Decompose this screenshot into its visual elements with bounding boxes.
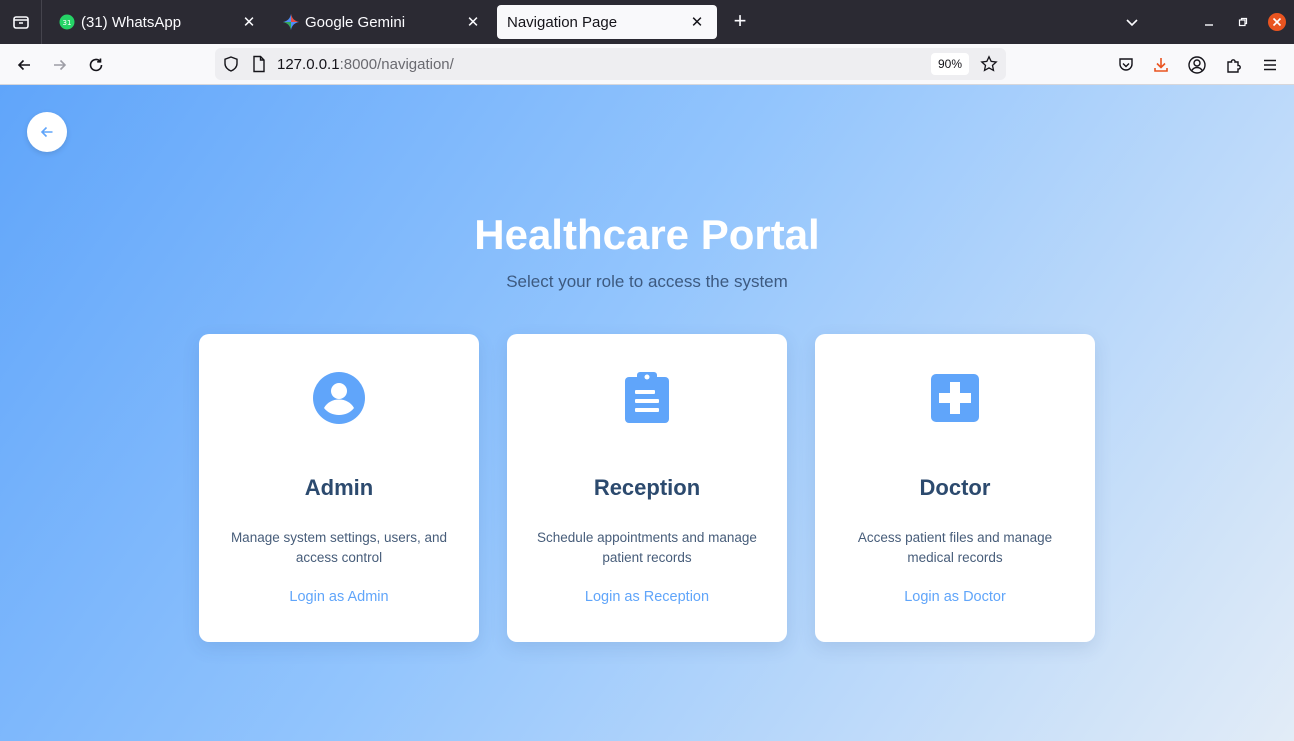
role-card-admin[interactable]: Admin Manage system settings, users, and… [199, 334, 479, 642]
tab-strip: 31 (31) WhatsApp ✕ Google Gemini ✕ Navig… [0, 0, 1294, 44]
close-icon[interactable]: ✕ [687, 12, 707, 32]
url-text[interactable]: 127.0.0.1:8000/navigation/ [277, 56, 454, 73]
restore-icon[interactable] [1231, 10, 1255, 34]
pocket-icon[interactable] [1113, 52, 1139, 78]
download-icon[interactable] [1148, 52, 1174, 78]
role-card-reception[interactable]: Reception Schedule appointments and mana… [507, 334, 787, 642]
tab-navigation-page[interactable]: Navigation Page ✕ [497, 5, 717, 39]
shield-icon[interactable] [222, 55, 240, 78]
clipboard-icon [625, 372, 669, 423]
back-button[interactable] [27, 112, 67, 152]
card-description: Access patient files and manage medical … [857, 530, 1053, 565]
tab-title: (31) WhatsApp [81, 13, 182, 31]
page-viewport: Healthcare Portal Select your role to ac… [0, 85, 1294, 741]
user-circle-icon [313, 372, 365, 424]
back-arrow-icon[interactable] [11, 52, 37, 78]
card-title: Doctor [919, 475, 991, 500]
reload-icon[interactable] [83, 52, 109, 78]
card-description: Manage system settings, users, and acces… [230, 530, 448, 565]
extensions-icon[interactable] [1221, 52, 1247, 78]
url-host: 127.0.0.1 [277, 56, 340, 73]
zoom-badge[interactable]: 90% [931, 53, 969, 75]
menu-icon[interactable] [1257, 52, 1283, 78]
gemini-icon [283, 14, 299, 30]
role-card-doctor[interactable]: Doctor Access patient files and manage m… [815, 334, 1095, 642]
card-description: Schedule appointments and manage patient… [537, 530, 757, 565]
tab-title: Navigation Page [507, 13, 618, 31]
medical-cross-icon [931, 374, 979, 422]
whatsapp-icon: 31 [59, 14, 75, 30]
close-window-icon[interactable] [1265, 10, 1289, 34]
minimize-icon[interactable] [1197, 10, 1221, 34]
chevron-down-icon[interactable] [1120, 10, 1144, 34]
page-title: Healthcare Portal [474, 211, 820, 258]
account-icon[interactable] [1184, 52, 1210, 78]
forward-arrow-icon[interactable] [47, 52, 73, 78]
new-tab-icon[interactable]: + [728, 10, 752, 34]
tab-gemini[interactable]: Google Gemini ✕ [273, 5, 493, 39]
tab-whatsapp[interactable]: 31 (31) WhatsApp ✕ [49, 5, 269, 39]
login-admin-link[interactable]: Login as Admin [199, 589, 479, 605]
tab-title: Google Gemini [305, 13, 406, 31]
star-icon[interactable] [980, 55, 998, 78]
card-title: Admin [304, 475, 374, 500]
login-doctor-link[interactable]: Login as Doctor [815, 589, 1095, 605]
tab-list-icon[interactable] [0, 0, 42, 44]
login-reception-link[interactable]: Login as Reception [507, 589, 787, 605]
close-icon[interactable]: ✕ [463, 12, 483, 32]
arrow-left-icon [40, 126, 53, 138]
card-title: Reception [593, 475, 701, 500]
page-subtitle: Select your role to access the system [506, 272, 788, 291]
url-path: :8000/navigation/ [339, 56, 454, 73]
url-bar[interactable]: 127.0.0.1:8000/navigation/ [215, 48, 1006, 80]
svg-text:31: 31 [63, 19, 72, 27]
navigation-toolbar: 127.0.0.1:8000/navigation/ [0, 44, 1294, 85]
page-icon[interactable] [251, 55, 267, 78]
close-icon[interactable]: ✕ [239, 12, 259, 32]
